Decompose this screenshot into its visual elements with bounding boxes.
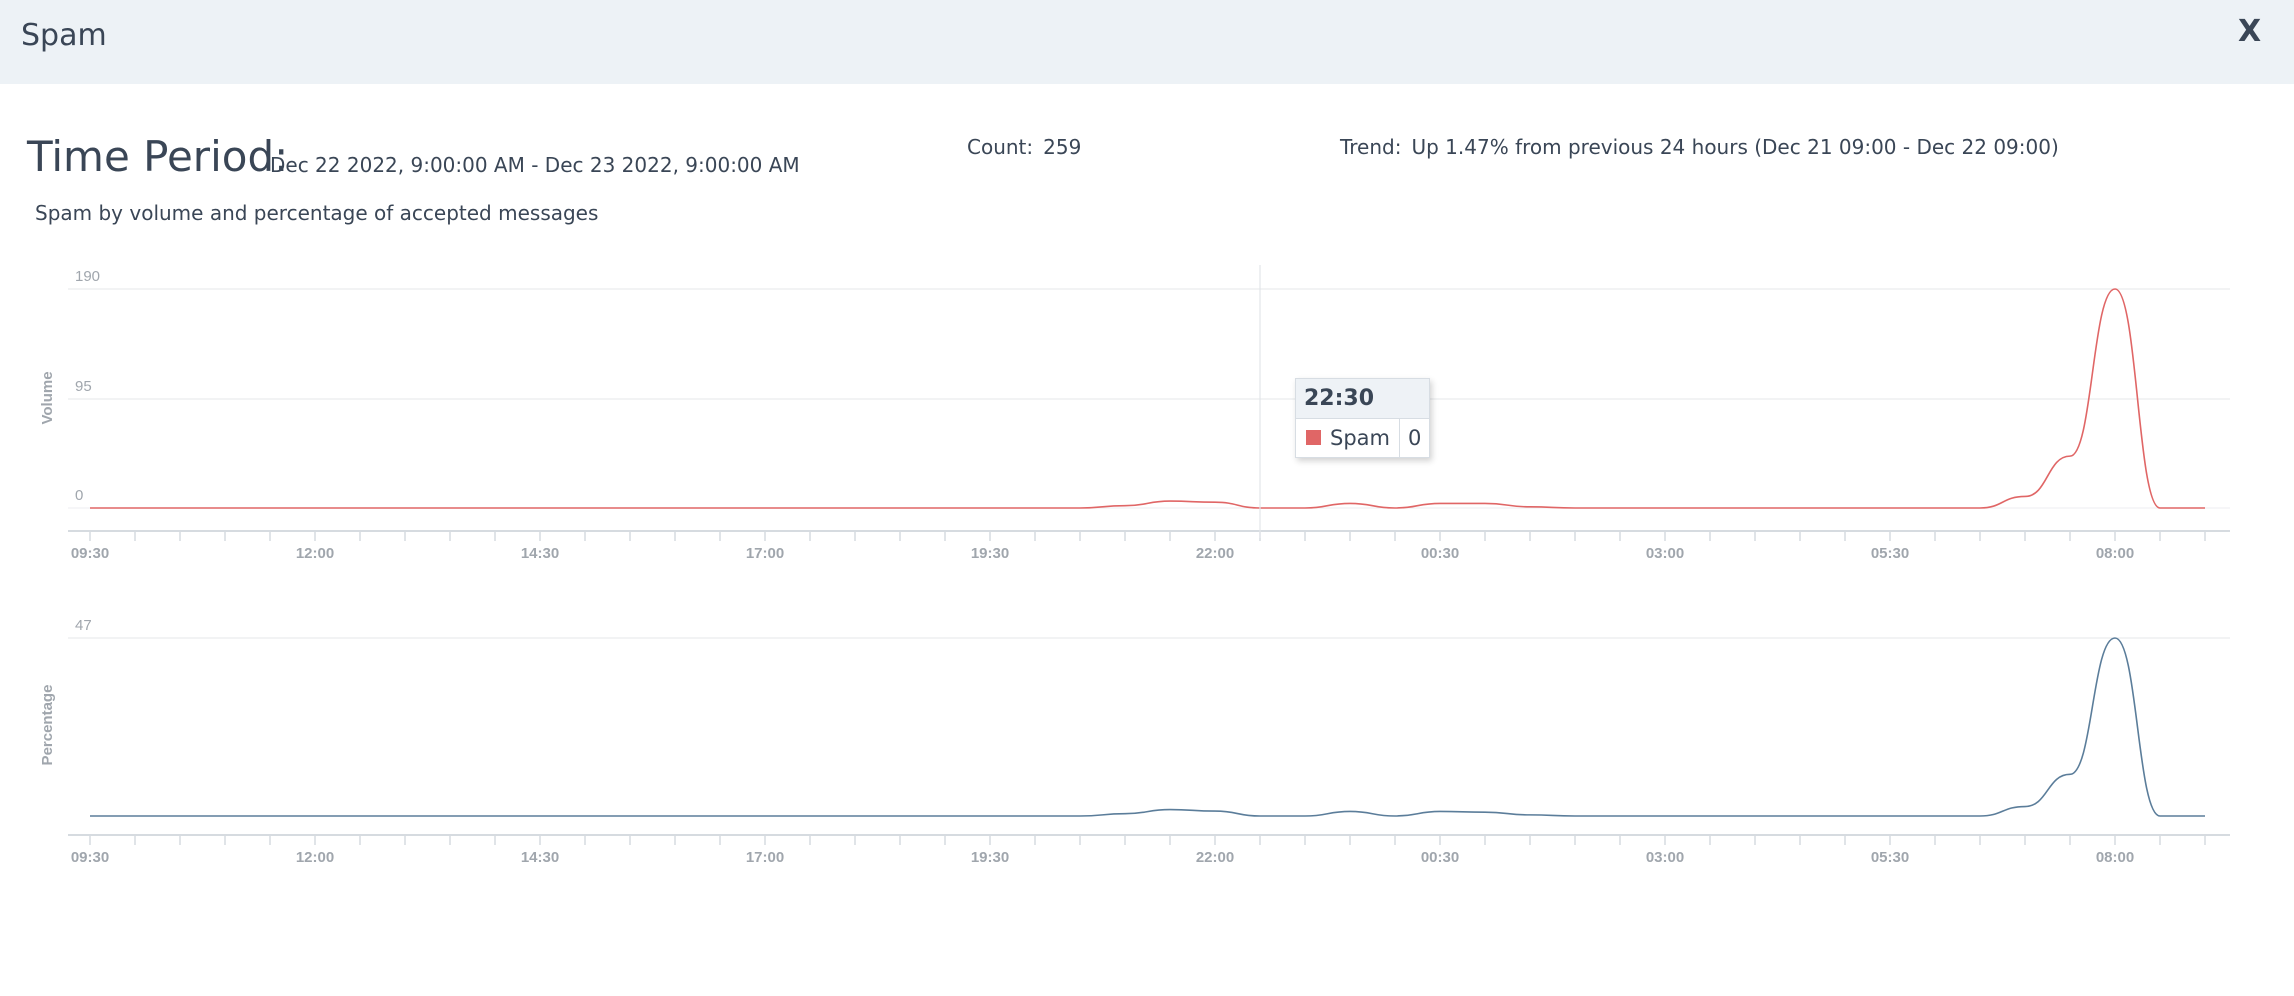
x-tick-label: 17:00 [746, 849, 784, 866]
y-tick-label: 190 [75, 268, 100, 285]
tooltip-time: 22:30 [1296, 379, 1429, 419]
x-tick-label: 12:00 [296, 849, 334, 866]
x-tick-label: 03:00 [1646, 849, 1684, 866]
x-tick-label: 14:30 [521, 849, 559, 866]
x-tick-label: 17:00 [746, 545, 784, 562]
y-axis-title: Volume [39, 371, 56, 424]
x-tick-label: 09:30 [71, 545, 109, 562]
x-tick-label: 22:00 [1196, 545, 1234, 562]
series-line [90, 637, 2205, 817]
tooltip-series-value: 0 [1408, 426, 1422, 450]
y-axis-title: Percentage [39, 685, 56, 766]
y-tick-label: 95 [75, 378, 92, 395]
x-tick-label: 12:00 [296, 545, 334, 562]
x-tick-label: 00:30 [1421, 545, 1459, 562]
x-tick-label: 08:00 [2096, 545, 2134, 562]
y-tick-label: 0 [75, 487, 83, 504]
x-tick-label: 03:00 [1646, 545, 1684, 562]
spam-charts: 190 95 0 Volume 09:30 12:00 14:30 17:00 19:30 22:… [39, 265, 2230, 866]
x-tick-label: 19:30 [971, 545, 1009, 562]
x-tick-label: 19:30 [971, 849, 1009, 866]
x-tick-label: 08:00 [2096, 849, 2134, 866]
x-tick-label: 09:30 [71, 849, 109, 866]
x-tick-label: 00:30 [1421, 849, 1459, 866]
y-tick-label: 47 [75, 617, 92, 634]
x-tick-label: 05:30 [1871, 849, 1909, 866]
tooltip-series-name: Spam [1330, 426, 1390, 450]
x-tick-label: 05:30 [1871, 545, 1909, 562]
x-tick-label: 14:30 [521, 545, 559, 562]
tooltip-series-swatch [1306, 430, 1321, 445]
chart-tooltip: 22:30 Spam 0 [1295, 378, 1430, 458]
x-tick-label: 22:00 [1196, 849, 1234, 866]
